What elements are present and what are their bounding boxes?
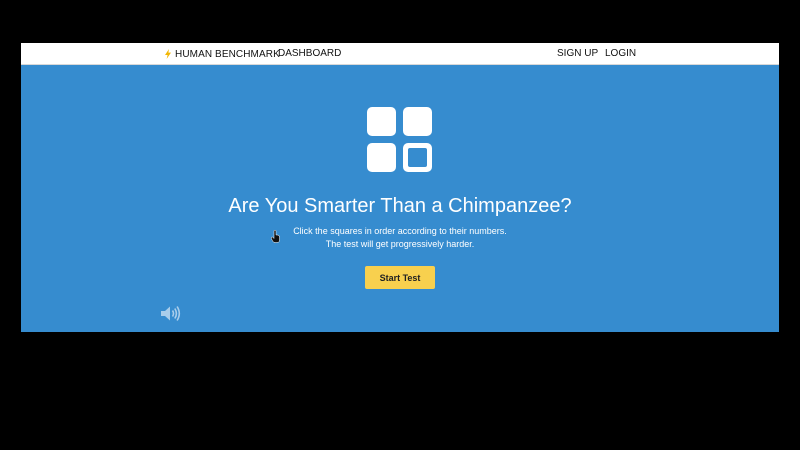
hero-section: Are You Smarter Than a Chimpanzee? Click…: [21, 65, 779, 332]
grid-squares-icon: [367, 107, 432, 172]
nav-login-link[interactable]: LOGIN: [605, 47, 636, 61]
nav-signup-link[interactable]: SIGN UP: [557, 47, 598, 61]
brand-link[interactable]: HUMAN BENCHMARK: [165, 47, 280, 61]
brand-label: HUMAN BENCHMARK: [175, 48, 280, 60]
lightning-bolt-icon: [165, 49, 171, 59]
instructions-line-1: Click the squares in order according to …: [293, 226, 507, 236]
speaker-icon[interactable]: [160, 305, 181, 322]
nav-dashboard-link[interactable]: DASHBOARD: [278, 47, 341, 61]
page-title: Are You Smarter Than a Chimpanzee?: [228, 195, 572, 217]
hand-cursor-icon: [271, 230, 280, 243]
top-navbar: HUMAN BENCHMARK DASHBOARD SIGN UP LOGIN: [21, 43, 779, 65]
start-test-button[interactable]: Start Test: [365, 266, 435, 289]
instructions-line-2: The test will get progressively harder.: [325, 239, 475, 249]
browser-viewport: HUMAN BENCHMARK DASHBOARD SIGN UP LOGIN …: [21, 43, 779, 332]
